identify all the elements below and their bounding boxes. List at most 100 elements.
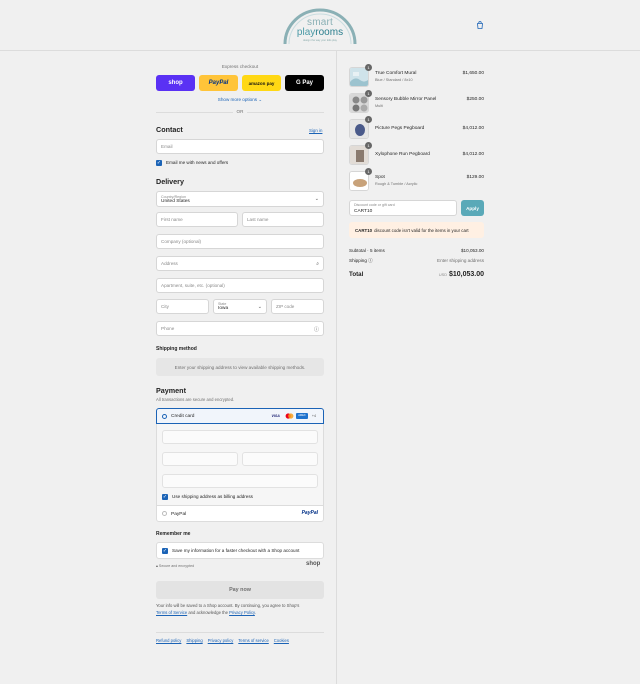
amazon-pay-button[interactable]: amazon pay — [242, 75, 281, 91]
help-icon[interactable]: ⓘ — [314, 326, 319, 333]
last-name-field[interactable]: Last name — [242, 212, 324, 227]
currency-code: USD — [438, 273, 447, 277]
credit-card-radio[interactable] — [162, 414, 167, 419]
first-name-field[interactable]: First name — [156, 212, 238, 227]
card-logos: VISA AMEX +4 — [271, 413, 318, 419]
item-variant: Multi — [375, 104, 384, 108]
save-info-checkbox[interactable]: ✓ — [162, 548, 168, 554]
subtotal-value: $10,053.00 — [461, 248, 484, 253]
shop-logo-icon: shop — [306, 561, 321, 567]
pay-now-button[interactable]: Pay now — [156, 581, 324, 599]
card-number-field[interactable] — [162, 430, 318, 444]
paypal-express-button[interactable]: PayPal — [199, 75, 238, 91]
terms-of-service-link[interactable]: Terms of Service — [156, 610, 187, 615]
logo-tagline: design the way your kids play — [303, 39, 337, 42]
discount-label: Discount code or gift card — [354, 203, 395, 207]
item-name: Picture Pegs Pegboard — [375, 126, 425, 131]
item-variant: Blue / Standard / 8x10 — [375, 78, 413, 82]
total-row: Total USD $10,053.00 — [349, 271, 484, 278]
paypal-radio[interactable] — [162, 511, 167, 516]
credit-card-label: Credit card — [171, 414, 195, 419]
discount-code-field[interactable]: Discount code or gift card CART10 — [349, 200, 457, 216]
quantity-badge: 1 — [365, 168, 372, 175]
google-pay-button[interactable]: G Pay — [285, 75, 324, 91]
paypal-option[interactable]: PayPal PayPal — [156, 505, 324, 522]
lock-icon: 🔒︎ — [156, 564, 158, 568]
shopping-bag-icon[interactable] — [476, 21, 484, 29]
cookies-link[interactable]: Cookies — [274, 638, 289, 643]
item-price: $4,012.00 — [462, 126, 484, 131]
order-item: 1 Sensory Bubble Mirror Panel Multi — [349, 90, 484, 113]
contact-heading: Contact — [156, 125, 183, 134]
security-code-field[interactable] — [242, 452, 318, 466]
legal-text: Your info will be saved to a Shop accoun… — [156, 603, 300, 615]
or-text: OR — [233, 109, 247, 114]
quantity-badge: 1 — [365, 116, 372, 123]
discount-warning: CART10 discount code isn't valid for the… — [349, 222, 484, 238]
billing-same-label: Use shipping address as billing address — [172, 494, 253, 499]
news-checkbox[interactable]: ✓ — [156, 160, 162, 166]
search-icon: ⌕ — [316, 261, 319, 267]
footer-divider — [156, 632, 324, 633]
terms-of-service-footer-link[interactable]: Terms of service — [238, 638, 268, 643]
header: smart playrooms design the way your kids… — [0, 0, 640, 51]
shipping-value: Enter shipping address — [437, 258, 484, 263]
address-field[interactable]: Address ⌕ — [156, 256, 324, 271]
paypal-label: PayPal — [171, 512, 187, 517]
item-price: $4,012.00 — [462, 152, 484, 157]
apartment-field[interactable]: Apartment, suite, etc. (optional) — [156, 278, 324, 293]
apply-discount-button[interactable]: Apply — [461, 200, 484, 216]
name-on-card-field[interactable] — [162, 474, 318, 488]
subtotal-row: Subtotal · 5 items $10,053.00 — [349, 248, 484, 253]
payment-heading: Payment — [156, 386, 186, 395]
shipping-label: Shipping ⓘ — [349, 258, 373, 263]
remember-me-box: ✓ Save my information for a faster check… — [156, 542, 324, 559]
item-name: Xylophone Run Pegboard — [375, 152, 430, 157]
privacy-policy-link[interactable]: Privacy Policy — [229, 610, 255, 615]
state-select[interactable]: State Iowa ⌄ — [213, 299, 267, 314]
billing-same-checkbox[interactable]: ✓ — [162, 494, 168, 500]
warning-code: CART10 — [355, 227, 373, 233]
expiration-field[interactable] — [162, 452, 238, 466]
shipping-method-heading: Shipping method — [156, 346, 197, 352]
item-price: $1,650.00 — [462, 71, 484, 76]
country-select[interactable]: Country/Region United States ⌄ — [156, 191, 324, 207]
chevron-down-icon: ⌄ — [314, 196, 319, 202]
chevron-down-icon: ⌄ — [257, 304, 262, 310]
help-icon[interactable]: ⓘ — [368, 258, 373, 263]
item-variant: Rough & Tumble / Acrylic — [375, 182, 418, 186]
city-field[interactable]: City — [156, 299, 209, 314]
footer-links: Refund policy Shipping Privacy policy Te… — [156, 638, 289, 643]
credit-card-option[interactable]: Credit card VISA AMEX +4 — [156, 408, 324, 424]
item-price: $129.00 — [466, 175, 484, 180]
delivery-heading: Delivery — [156, 177, 184, 186]
subtotal-label: Subtotal · 5 items — [349, 248, 385, 253]
chevron-down-icon: ⌄ — [258, 97, 263, 102]
brand-logo[interactable]: smart playrooms design the way your kids… — [282, 6, 358, 44]
express-checkout-label: Express checkout — [221, 64, 259, 69]
address-placeholder: Address — [161, 261, 178, 266]
zip-field[interactable]: ZIP code — [271, 299, 324, 314]
payment-subtitle: All transactions are secure and encrypte… — [156, 397, 235, 402]
shop-pay-button[interactable]: shop — [156, 75, 195, 91]
visa-icon: VISA — [271, 414, 280, 418]
order-item: 1 Spot Rough & Tumble / Acrylic — [349, 168, 484, 191]
amex-icon: AMEX — [295, 413, 308, 419]
sign-in-link[interactable]: Sign in — [309, 128, 322, 133]
phone-field[interactable]: Phone ⓘ — [156, 321, 324, 336]
mastercard-icon — [284, 413, 294, 419]
item-price: $250.00 — [466, 97, 484, 102]
refund-policy-link[interactable]: Refund policy — [156, 638, 181, 643]
show-more-options-link[interactable]: Show more options ⌄ — [156, 97, 324, 103]
item-name: Sensory Bubble Mirror Panel — [375, 97, 437, 102]
news-checkbox-label: Email me with news and offers — [166, 160, 229, 165]
state-value: Iowa — [218, 306, 229, 311]
email-field[interactable]: Email — [156, 139, 324, 154]
privacy-policy-footer-link[interactable]: Privacy policy — [208, 638, 234, 643]
shipping-link[interactable]: Shipping — [186, 638, 202, 643]
quantity-badge: 1 — [365, 64, 372, 71]
company-field[interactable]: Company (optional) — [156, 234, 324, 249]
secure-note: 🔒︎ Secure and encrypted — [156, 564, 195, 568]
quantity-badge: 1 — [365, 90, 372, 97]
total-label: Total — [349, 271, 364, 278]
